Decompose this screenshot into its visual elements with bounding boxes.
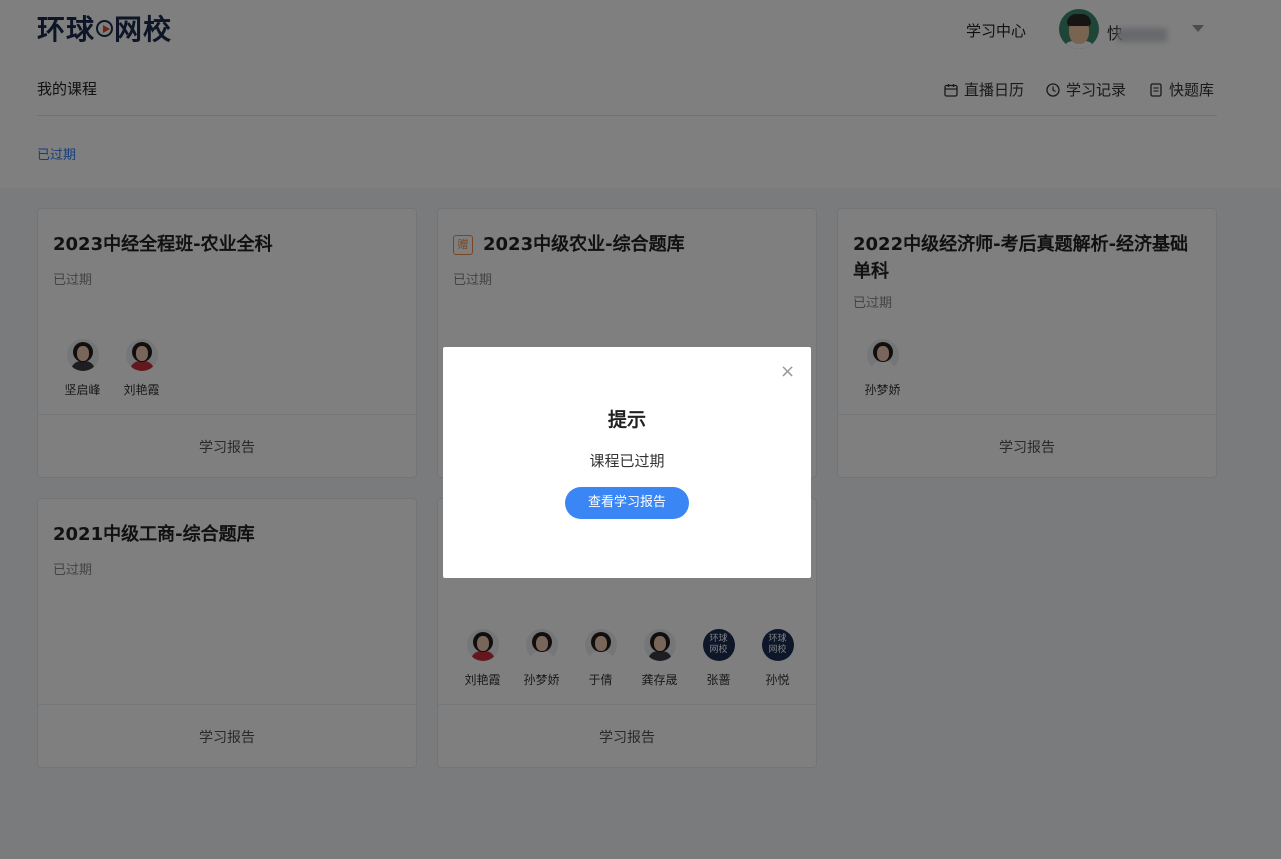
dialog-title: 提示 xyxy=(607,409,646,431)
dialog-message: 课程已过期 xyxy=(589,452,665,470)
expired-dialog: × 提示 课程已过期 查看学习报告 xyxy=(443,347,811,578)
view-study-report-button[interactable]: 查看学习报告 xyxy=(565,487,689,519)
close-icon[interactable]: × xyxy=(780,363,795,381)
